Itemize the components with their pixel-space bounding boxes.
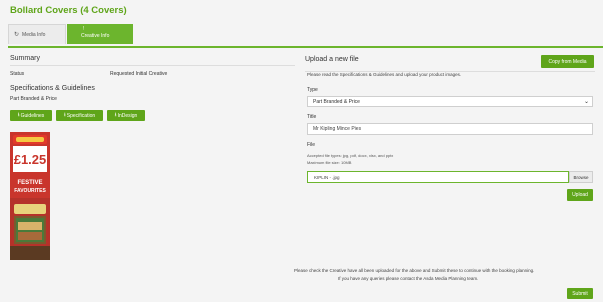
indesign-button-label: InDesign [117,112,138,119]
creative-thumbnail-image: £1.25 FESTIVE FAVOURITES [10,132,50,260]
submit-notice-line1: Please check the Creative have all been … [294,268,535,273]
summary-heading: Summary [10,55,40,62]
tab-media-info-label: Media Info [22,31,46,38]
tab-creative-info-label: Creative Info [81,33,110,39]
page-title: Bollard Covers (4 Covers) [10,5,127,16]
specification-button-label: Specification [66,112,96,119]
exclamation-icon: ! [83,26,85,32]
title-input[interactable] [307,123,593,135]
file-input[interactable]: KIPLIN - .jpg [307,171,569,183]
download-icon: ⭳ [63,112,66,118]
submit-button[interactable]: Submit [567,288,593,299]
browse-button[interactable]: Browse [569,171,593,183]
title-label: Title [307,114,317,120]
upload-heading: Upload a new file [305,56,359,63]
specification-button[interactable]: ⭳ Specification [56,110,103,121]
tab-media-info[interactable]: ↻ Media Info [8,24,66,44]
upload-button[interactable]: Upload [567,189,593,201]
indesign-button[interactable]: ⭳ InDesign [107,110,145,121]
thumbnail-price: £1.25 [14,152,47,167]
svg-text:FAVOURITES: FAVOURITES [14,188,46,194]
submit-notice-line2: If you have any queries please contact t… [338,276,479,281]
refresh-icon: ↻ [14,32,20,38]
type-label: Type [307,87,318,93]
type-select-value: Part Branded & Price [313,98,360,105]
summary-divider [10,65,295,66]
specifications-heading: Specifications & Guidelines [10,85,95,92]
svg-text:FESTIVE: FESTIVE [17,180,42,186]
max-file-size: Maximum file size: 10MB [307,160,352,165]
specifications-text: Part Branded & Price [10,96,57,102]
accepted-file-types: Accepted file types: jpg, pdf, docx, xls… [307,153,394,158]
copy-from-media-button[interactable]: Copy from Media [541,55,594,68]
tab-creative-info[interactable]: ! Creative Info [67,24,133,44]
download-icon: ⭳ [114,112,117,118]
creative-thumbnail: £1.25 FESTIVE FAVOURITES [10,132,50,260]
download-icon: ⭳ [17,112,20,118]
chevron-down-icon: ⌄ [583,99,589,105]
upload-intro-text: Please read the Specifications & Guideli… [307,72,462,77]
status-label: Status [10,71,25,77]
status-value: Requested Initial Creative [110,71,168,77]
file-label: File [307,142,316,148]
type-select[interactable]: Part Branded & Price ⌄ [307,96,593,107]
tab-bar: ↻ Media Info ! Creative Info [8,24,603,48]
guidelines-button[interactable]: ⭳ Guidelines [10,110,52,121]
guidelines-button-label: Guidelines [20,112,45,119]
